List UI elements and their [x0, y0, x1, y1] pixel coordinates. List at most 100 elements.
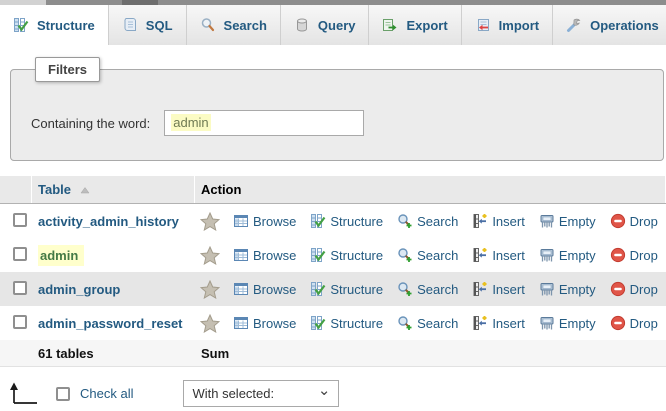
action-label: Search — [417, 213, 459, 229]
tab-structure[interactable]: Structure — [0, 5, 109, 45]
top-strip-dark-segment — [122, 0, 158, 5]
with-selected-select[interactable]: With selected: — [183, 380, 340, 407]
export-icon — [382, 17, 398, 33]
action-search[interactable]: Search — [397, 213, 458, 229]
action-browse[interactable]: Browse — [233, 315, 296, 331]
tab-export[interactable]: Export — [369, 5, 462, 45]
action-structure[interactable]: Structure — [310, 315, 383, 331]
filters-legend: Filters — [35, 57, 101, 82]
action-label: Empty — [558, 281, 596, 297]
action-label: Insert — [492, 213, 525, 229]
action-structure[interactable]: Structure — [310, 247, 383, 263]
action-search[interactable]: Search — [397, 281, 458, 297]
action-insert[interactable]: Insert — [472, 247, 525, 263]
row-checkbox[interactable] — [13, 314, 27, 329]
favorite-star-icon[interactable] — [200, 212, 220, 231]
browse-icon — [233, 315, 249, 331]
action-drop[interactable]: Drop — [610, 247, 658, 263]
table-row: admin_group Browse Structure Search Inse… — [0, 272, 666, 306]
action-label: Structure — [330, 281, 384, 297]
drop-icon — [610, 281, 626, 297]
action-label: Empty — [558, 213, 596, 229]
action-label: Browse — [253, 213, 297, 229]
tab-label: Query — [317, 17, 356, 33]
empty-table-icon — [539, 315, 555, 331]
action-search[interactable]: Search — [397, 247, 458, 263]
action-browse[interactable]: Browse — [233, 213, 296, 229]
action-label: Browse — [253, 315, 297, 331]
tab-query[interactable]: Query — [281, 5, 370, 45]
insert-row-icon — [472, 281, 488, 297]
action-structure[interactable]: Structure — [310, 281, 383, 297]
check-all-control[interactable]: Check all — [56, 386, 133, 401]
tables-count: 61 tables — [38, 345, 94, 361]
action-label: Drop — [629, 315, 658, 331]
action-label: Search — [417, 315, 459, 331]
favorite-star-icon[interactable] — [200, 314, 220, 333]
drop-icon — [610, 247, 626, 263]
header-table-column: Table — [32, 176, 195, 203]
action-label: Insert — [492, 281, 525, 297]
structure-icon — [310, 213, 326, 229]
action-empty[interactable]: Empty — [539, 247, 596, 263]
search-icon — [200, 17, 216, 33]
favorite-star-icon[interactable] — [200, 246, 220, 265]
action-label: Insert — [492, 247, 525, 263]
action-label: Browse — [253, 281, 297, 297]
action-structure[interactable]: Structure — [310, 213, 383, 229]
action-browse[interactable]: Browse — [233, 281, 296, 297]
tab-operations[interactable]: Operations — [553, 5, 666, 45]
check-all-checkbox[interactable] — [56, 386, 70, 401]
action-empty[interactable]: Empty — [539, 281, 596, 297]
structure-icon — [310, 247, 326, 263]
filter-value-highlight: admin — [171, 114, 211, 131]
tab-sql[interactable]: SQL — [109, 5, 187, 45]
table-name-link[interactable]: admin_group — [38, 282, 120, 297]
action-label: Drop — [629, 247, 658, 263]
browse-icon — [233, 247, 249, 263]
sum-label: Sum — [201, 345, 230, 361]
tab-search[interactable]: Search — [187, 5, 281, 45]
tab-label: Import — [498, 17, 540, 33]
action-label: Structure — [330, 315, 384, 331]
action-insert[interactable]: Insert — [472, 315, 525, 331]
action-insert[interactable]: Insert — [472, 213, 525, 229]
action-label: Insert — [492, 315, 525, 331]
insert-row-icon — [472, 315, 488, 331]
browse-icon — [233, 281, 249, 297]
containing-word-label: Containing the word: — [31, 115, 151, 131]
tab-label: Operations — [590, 17, 659, 33]
action-label: Drop — [629, 281, 658, 297]
table-row: admin_password_reset Browse Structure Se… — [0, 306, 666, 340]
action-insert[interactable]: Insert — [472, 281, 525, 297]
action-drop[interactable]: Drop — [610, 315, 658, 331]
row-checkbox[interactable] — [13, 246, 27, 261]
table-name-link[interactable]: activity_admin_history — [38, 214, 179, 229]
table-name-link[interactable]: admin_password_reset — [38, 316, 183, 331]
sort-by-table-link[interactable]: Table — [38, 182, 71, 197]
table-row: activity_admin_history Browse Structure … — [0, 204, 666, 238]
query-icon — [294, 17, 310, 33]
favorite-star-icon[interactable] — [200, 280, 220, 299]
browse-icon — [233, 213, 249, 229]
structure-icon — [13, 17, 29, 33]
check-all-label[interactable]: Check all — [80, 386, 133, 401]
action-search[interactable]: Search — [397, 315, 458, 331]
word-filter-input[interactable]: admin — [164, 110, 365, 136]
import-icon — [475, 17, 491, 33]
empty-table-icon — [539, 213, 555, 229]
sql-icon — [122, 17, 138, 33]
action-label: Search — [417, 281, 459, 297]
action-empty[interactable]: Empty — [539, 213, 596, 229]
action-empty[interactable]: Empty — [539, 315, 596, 331]
row-checkbox[interactable] — [13, 280, 27, 295]
tables-summary-row: 61 tables Sum — [0, 340, 666, 367]
search-plus-icon — [397, 213, 413, 229]
row-checkbox[interactable] — [13, 212, 27, 227]
action-browse[interactable]: Browse — [233, 247, 296, 263]
action-drop[interactable]: Drop — [610, 213, 658, 229]
action-label: Structure — [330, 247, 384, 263]
tab-import[interactable]: Import — [462, 5, 554, 45]
action-drop[interactable]: Drop — [610, 281, 658, 297]
table-name-link-highlighted[interactable]: admin — [38, 244, 85, 266]
